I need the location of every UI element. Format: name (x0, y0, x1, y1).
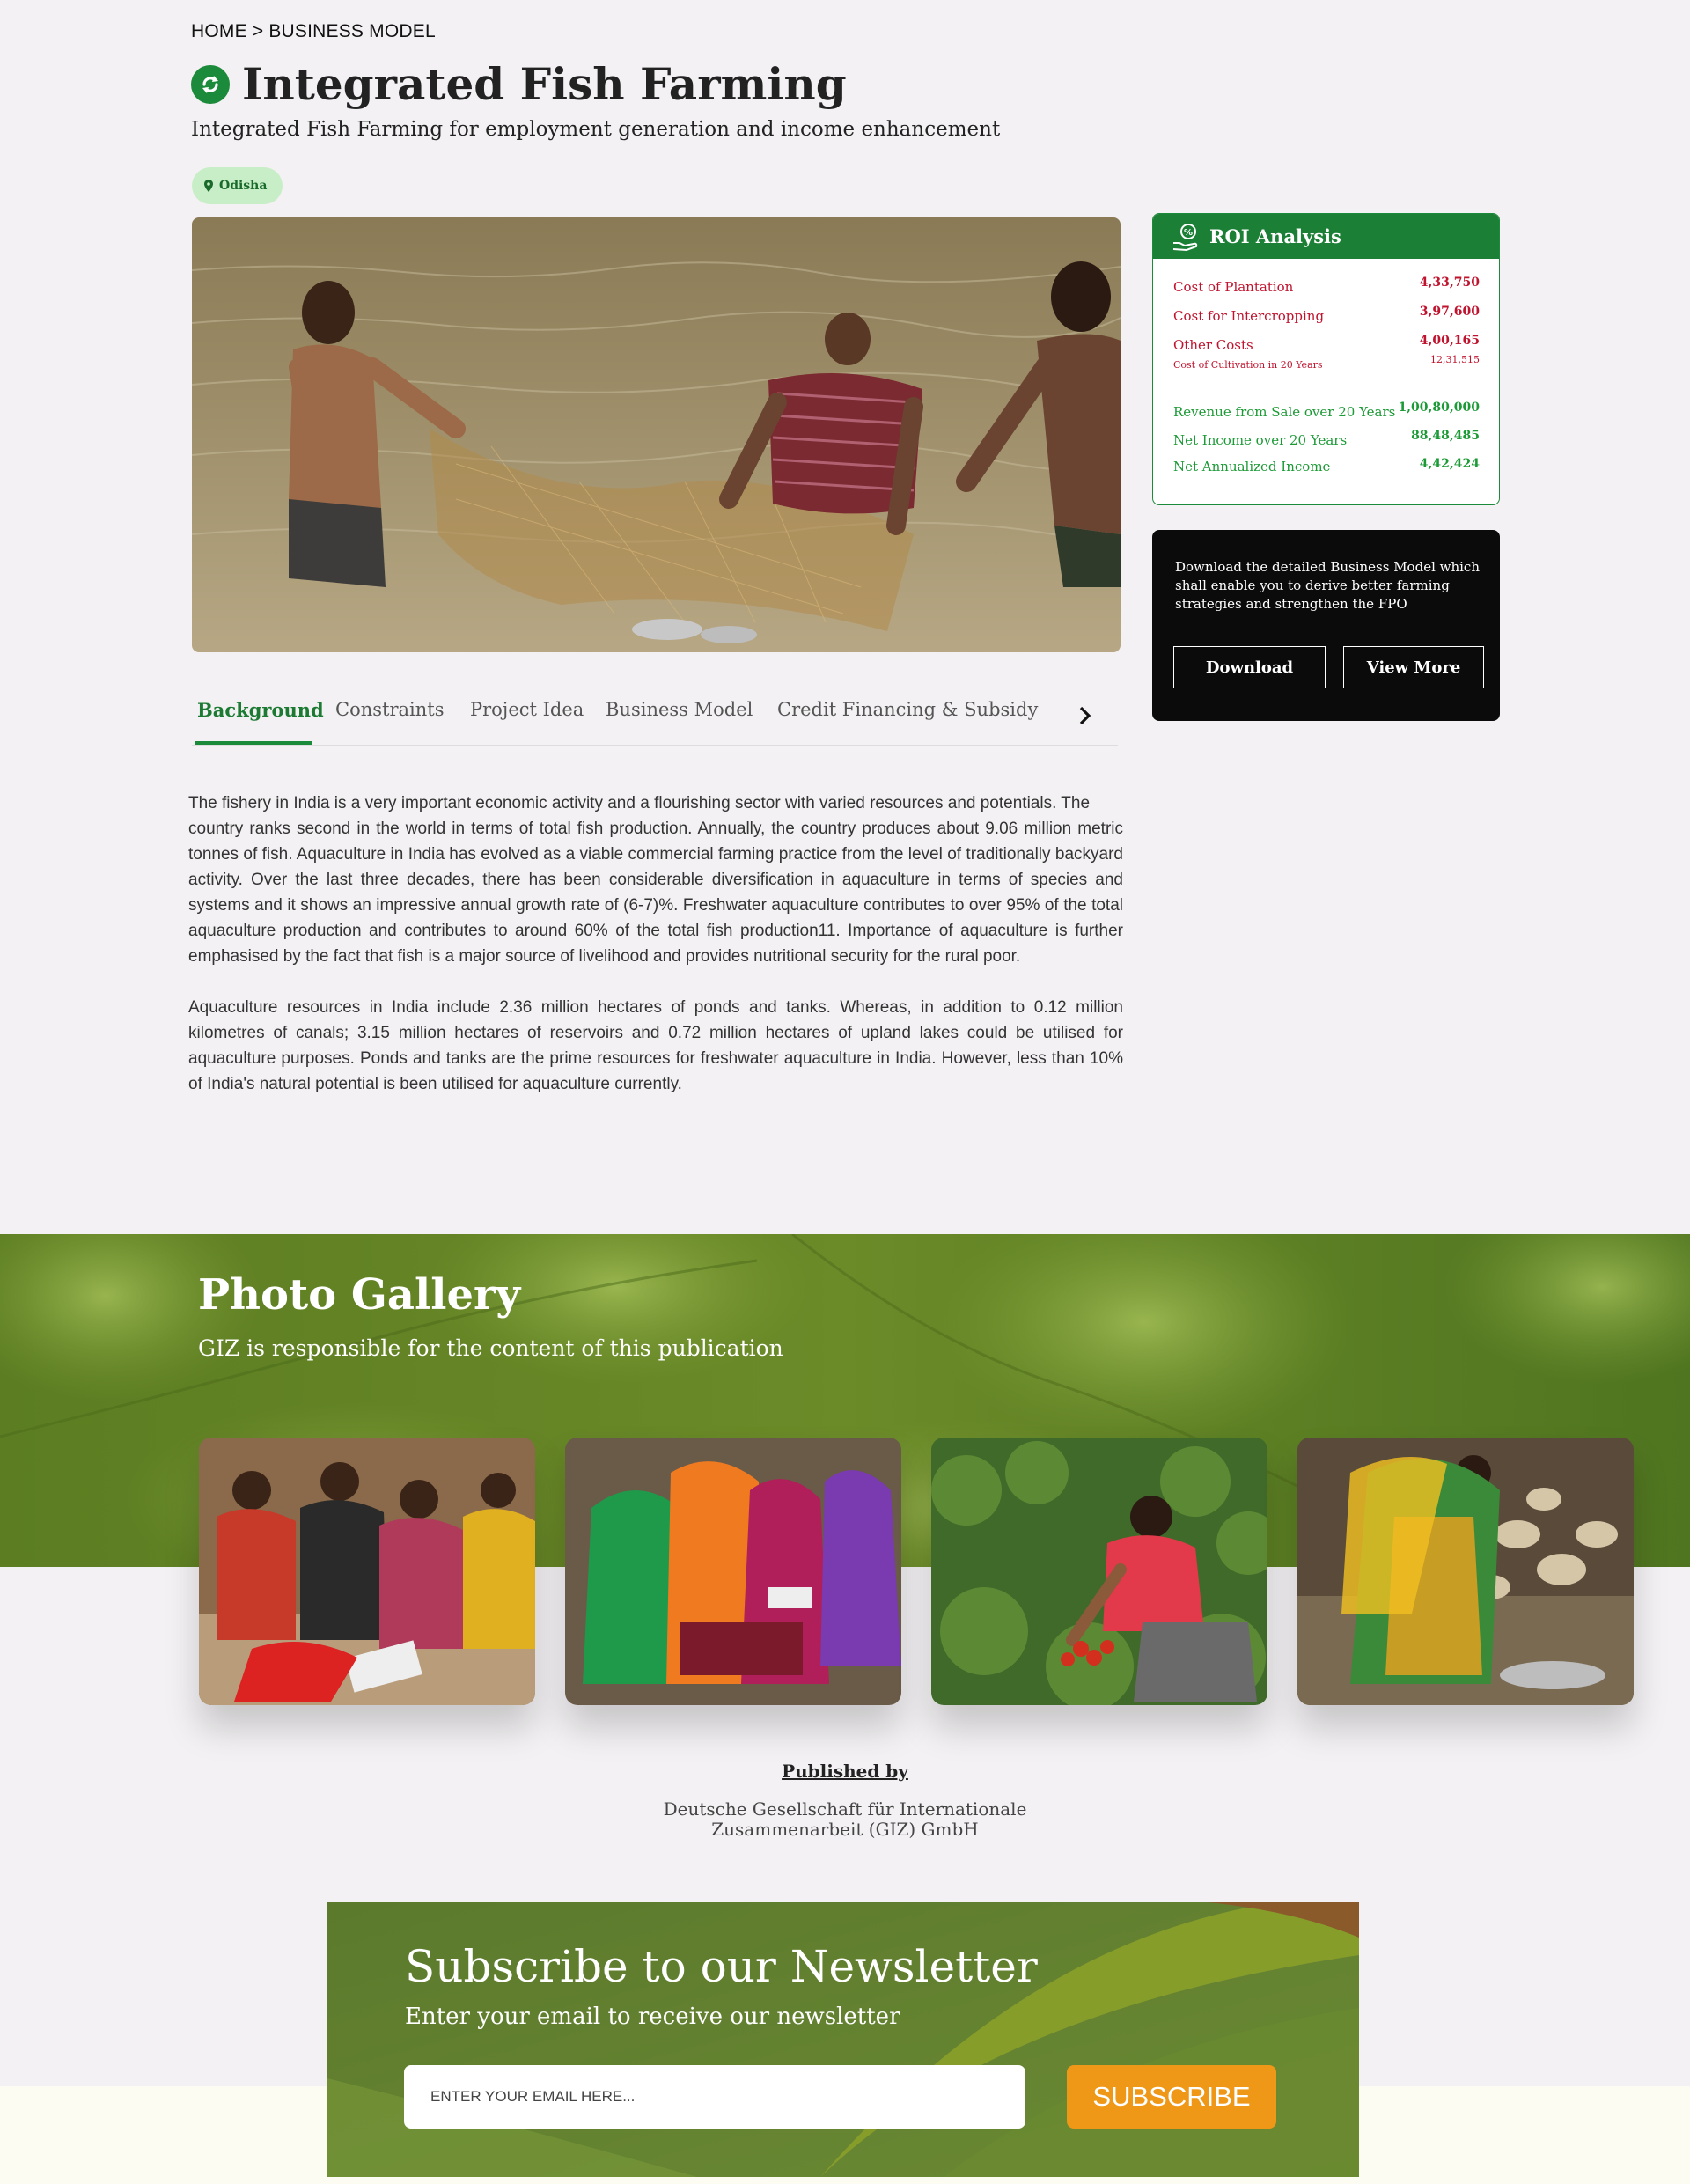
gallery-subtitle: GIZ is responsible for the content of th… (198, 1335, 783, 1361)
roi-value: 4,33,750 (1419, 276, 1480, 290)
breadcrumb[interactable]: HOME > BUSINESS MODEL (191, 21, 436, 42)
roi-title: ROI Analysis (1209, 225, 1341, 247)
subscribe-button[interactable]: SUBSCRIBE (1067, 2065, 1276, 2129)
published-by-text: Published by (782, 1761, 908, 1782)
roi-value: 12,31,515 (1430, 354, 1480, 365)
chevron-right-icon[interactable] (1072, 702, 1098, 729)
download-button[interactable]: Download (1173, 646, 1326, 688)
roi-label: Cost of Plantation (1173, 279, 1294, 295)
recycle-icon (191, 64, 230, 104)
roi-hand-icon: % (1172, 223, 1198, 251)
gallery-photo[interactable] (1297, 1438, 1634, 1705)
tab-constraints[interactable]: Constraints (335, 699, 444, 720)
tab-project-idea[interactable]: Project Idea (470, 699, 584, 720)
download-description: Download the detailed Business Model whi… (1175, 559, 1480, 612)
roi-label: Other Costs (1173, 337, 1253, 353)
view-more-button[interactable]: View More (1343, 646, 1484, 688)
gallery-photo[interactable] (931, 1438, 1268, 1705)
roi-value: 88,48,485 (1411, 429, 1480, 443)
content-paragraph: The fishery in India is a very important… (188, 794, 1123, 966)
content-tabs: Background Constraints Project Idea Busi… (192, 688, 1118, 746)
published-by-label: Published by (0, 1761, 1690, 1782)
roi-value: 1,00,80,000 (1398, 401, 1480, 415)
location-tag-label: Odisha (219, 179, 268, 193)
hero-image (192, 217, 1121, 652)
download-card: Download the detailed Business Model whi… (1152, 530, 1500, 721)
roi-analysis-card: % ROI Analysis Cost of Plantation 4,33,7… (1152, 213, 1500, 505)
content-paragraph: Aquaculture resources in India include 2… (188, 998, 1123, 1093)
newsletter-title: Subscribe to our Newsletter (405, 1941, 1038, 1992)
location-tag[interactable]: Odisha (192, 167, 283, 204)
roi-header: % ROI Analysis (1153, 214, 1499, 259)
gallery-photo[interactable] (565, 1438, 901, 1705)
roi-label: Cost for Intercropping (1173, 308, 1325, 324)
background-content: The fishery in India is a very important… (188, 791, 1123, 1122)
tab-business-model[interactable]: Business Model (606, 699, 753, 720)
roi-label: Cost of Cultivation in 20 Years (1173, 359, 1323, 371)
roi-value: 4,42,424 (1419, 457, 1480, 471)
newsletter-email-input[interactable] (404, 2065, 1025, 2129)
page-subtitle: Integrated Fish Farming for employment g… (191, 118, 1001, 141)
roi-label: Net Annualized Income (1173, 459, 1331, 474)
newsletter-subtitle: Enter your email to receive our newslett… (405, 2004, 900, 2030)
gallery-photo[interactable] (199, 1438, 535, 1705)
page-title: Integrated Fish Farming (242, 58, 847, 110)
page-title-row: Integrated Fish Farming (191, 58, 847, 110)
map-pin-icon (204, 180, 213, 192)
tab-credit-financing[interactable]: Credit Financing & Subsidy (777, 699, 1038, 720)
tab-background[interactable]: Background (197, 699, 324, 721)
active-tab-indicator (195, 741, 312, 745)
roi-value: 4,00,165 (1419, 334, 1480, 348)
roi-label: Net Income over 20 Years (1173, 432, 1348, 448)
roi-label: Revenue from Sale over 20 Years (1173, 404, 1396, 420)
publisher-name: Deutsche Gesellschaft für Internationale… (663, 1798, 1027, 1840)
gallery-title: Photo Gallery (198, 1270, 521, 1320)
roi-value: 3,97,600 (1419, 305, 1480, 319)
svg-text:%: % (1184, 228, 1193, 238)
